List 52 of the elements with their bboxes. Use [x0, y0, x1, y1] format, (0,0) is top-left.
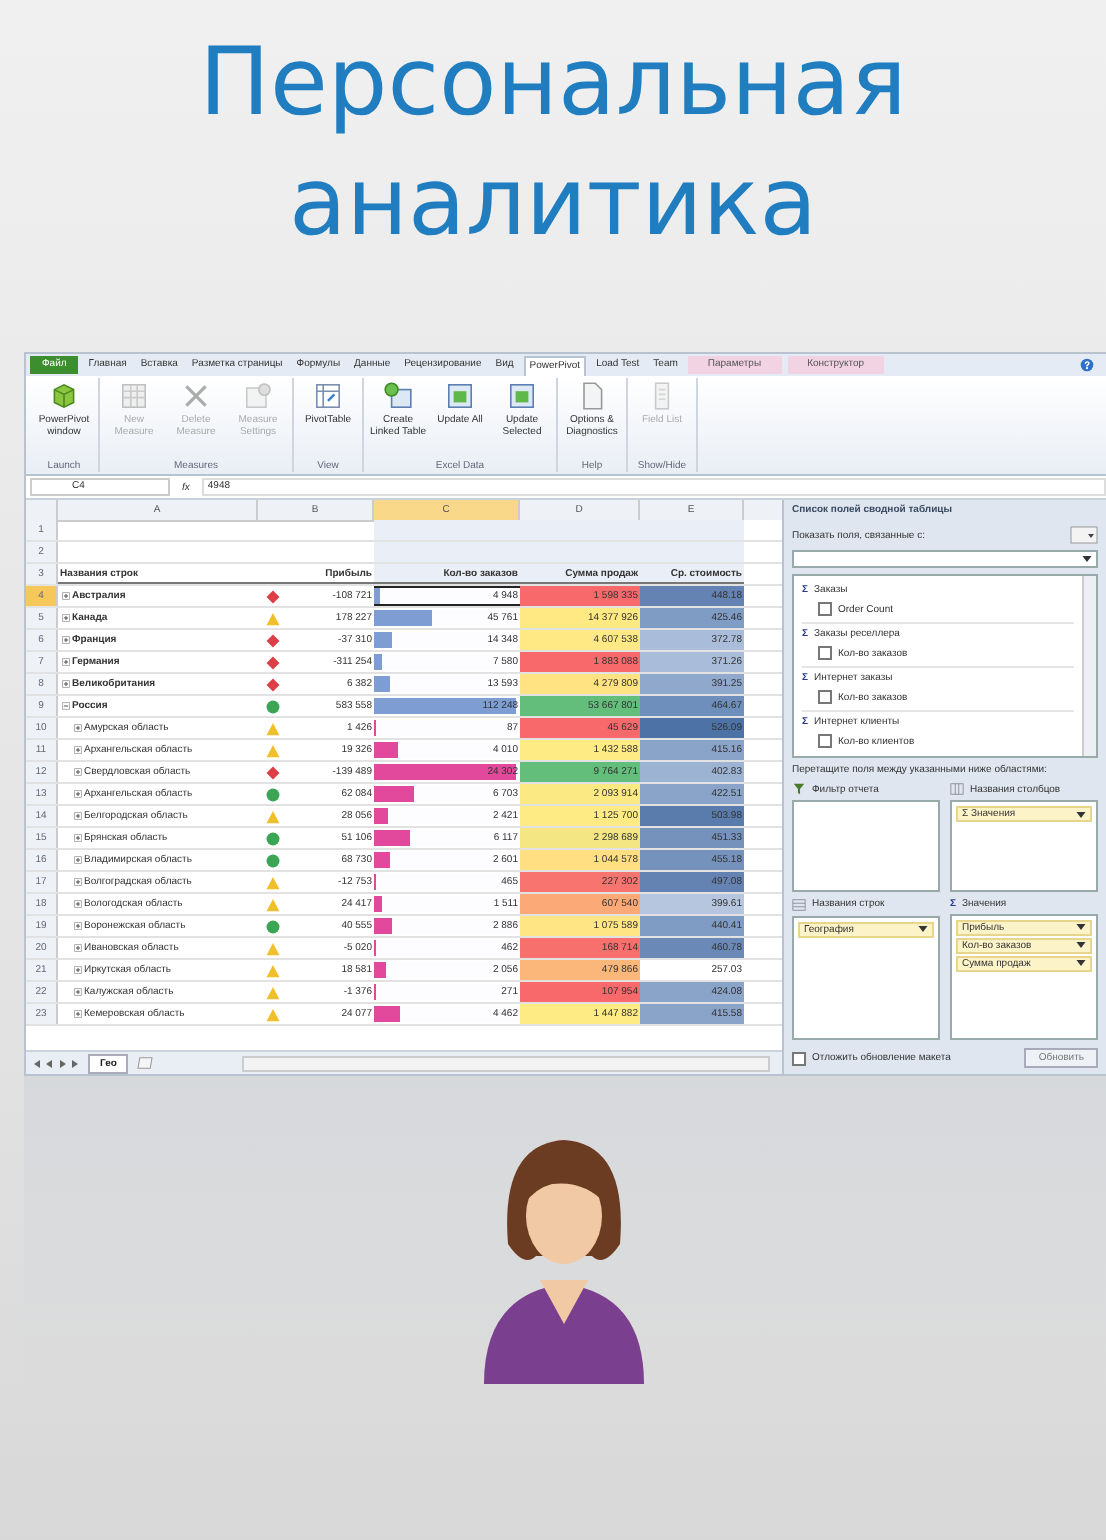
filter-icon: [792, 782, 806, 796]
collapse-icon[interactable]: [62, 702, 70, 710]
expand-icon[interactable]: [74, 834, 82, 842]
linked-table-icon: [382, 380, 414, 412]
expand-icon[interactable]: [62, 680, 70, 688]
checkbox[interactable]: [818, 734, 832, 748]
checkbox[interactable]: [818, 690, 832, 704]
horizontal-scrollbar[interactable]: [242, 1055, 770, 1071]
vertical-scrollbar[interactable]: [1082, 576, 1096, 756]
table-icon: [118, 380, 150, 412]
caret-icon: [1076, 811, 1086, 817]
checkbox[interactable]: [792, 1051, 806, 1065]
expand-icon[interactable]: [74, 812, 82, 820]
expand-icon[interactable]: [74, 1010, 82, 1018]
columns-icon: [950, 782, 964, 796]
caret-icon: [1082, 556, 1092, 562]
slide-title: Персональная: [199, 26, 907, 142]
expand-icon[interactable]: [74, 988, 82, 996]
expand-icon[interactable]: [74, 900, 82, 908]
refresh-table-icon: [444, 380, 476, 412]
cube-icon: [48, 380, 80, 412]
checkbox[interactable]: [818, 602, 832, 616]
table-settings-icon: [242, 380, 274, 412]
expand-icon[interactable]: [62, 614, 70, 622]
drop-area[interactable]: [792, 800, 940, 891]
pivot-table-icon: [312, 380, 344, 412]
new-sheet-icon[interactable]: [136, 1056, 155, 1070]
help-icon[interactable]: [1080, 358, 1094, 372]
expand-icon[interactable]: [74, 746, 82, 754]
refresh-table-icon: [506, 380, 538, 412]
expand-icon[interactable]: [74, 944, 82, 952]
expand-icon[interactable]: [74, 724, 82, 732]
expand-icon[interactable]: [74, 856, 82, 864]
layout-icon[interactable]: [1070, 526, 1098, 544]
expand-icon[interactable]: [74, 790, 82, 798]
cross-icon: [180, 380, 212, 412]
caret-icon: [1076, 924, 1086, 930]
caret-icon: [1076, 942, 1086, 948]
slide-title: аналитика: [288, 146, 818, 262]
expand-icon[interactable]: [74, 966, 82, 974]
rows-icon: [792, 897, 806, 911]
expand-icon[interactable]: [74, 768, 82, 776]
caret-icon: [1076, 960, 1086, 966]
expand-icon[interactable]: [62, 592, 70, 600]
expand-icon[interactable]: [62, 636, 70, 644]
expand-icon[interactable]: [74, 878, 82, 886]
caret-icon: [918, 926, 928, 932]
dropdown-field[interactable]: [792, 550, 1098, 568]
sheet-navigation-icon[interactable]: [32, 1057, 80, 1069]
checkbox[interactable]: [818, 646, 832, 660]
expand-icon[interactable]: [62, 658, 70, 666]
expand-icon[interactable]: [74, 922, 82, 930]
